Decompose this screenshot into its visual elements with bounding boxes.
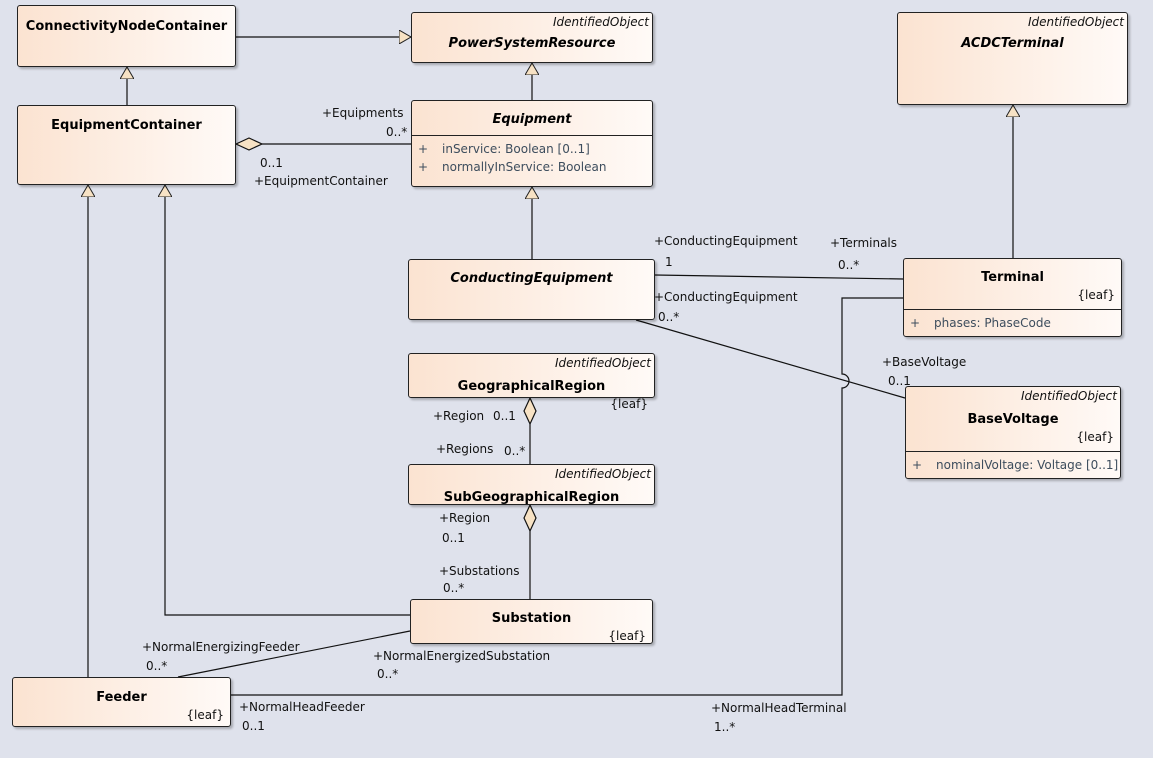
- role-label: +Substations: [439, 564, 520, 578]
- class-name: EquipmentContainer: [51, 118, 202, 133]
- stereotype: IdentifiedObject: [554, 467, 651, 481]
- class-name: Feeder: [96, 690, 147, 705]
- leaf-tag: {leaf}: [1076, 430, 1114, 444]
- role-label: +Equipments: [322, 106, 404, 120]
- class-conducting-equipment[interactable]: ConductingEquipment: [408, 259, 655, 320]
- class-geographical-region[interactable]: IdentifiedObject GeographicalRegion {lea…: [408, 353, 655, 411]
- class-name: Substation: [491, 611, 572, 626]
- class-terminal[interactable]: Terminal {leaf} + phases: PhaseCode: [903, 258, 1122, 337]
- multiplicity: 0..*: [504, 444, 526, 458]
- leaf-tag: {leaf}: [1077, 288, 1115, 302]
- class-name: ConductingEquipment: [450, 271, 613, 286]
- multiplicity: 0..1: [493, 409, 516, 423]
- role-label: +ConductingEquipment: [654, 290, 798, 304]
- class-name: SubGeographicalRegion: [443, 490, 620, 505]
- role-label: +Terminals: [830, 236, 898, 250]
- stereotype: IdentifiedObject: [554, 356, 651, 370]
- attribute: + phases: PhaseCode: [910, 316, 1051, 330]
- multiplicity: 0..*: [658, 310, 680, 324]
- multiplicity: 0..*: [838, 258, 860, 272]
- class-substation[interactable]: Substation {leaf}: [410, 599, 653, 644]
- aggregation-diamond: [523, 503, 537, 533]
- association-ce-bv: [635, 319, 906, 399]
- class-sub-geographical-region[interactable]: IdentifiedObject SubGeographicalRegion: [408, 464, 655, 505]
- leaf-tag: {leaf}: [608, 629, 646, 643]
- multiplicity: 1..*: [714, 720, 736, 734]
- generalization-sub-eqc: [165, 185, 410, 616]
- multiplicity: 0..*: [146, 659, 168, 673]
- multiplicity: 0..1: [260, 156, 283, 170]
- stereotype: IdentifiedObject: [1027, 15, 1124, 29]
- role-label: +EquipmentContainer: [254, 174, 388, 188]
- multiplicity: 0..*: [386, 125, 408, 139]
- aggregation-diamond: [234, 137, 264, 151]
- attribute: + normallyInService: Boolean: [418, 160, 607, 174]
- multiplicity: 0..1: [888, 374, 911, 388]
- class-name: GeographicalRegion: [457, 379, 606, 394]
- class-connectivity-node-container[interactable]: ConnectivityNodeContainer: [17, 5, 236, 67]
- class-equipment[interactable]: Equipment + inService: Boolean [0..1] + no…: [411, 100, 653, 187]
- class-acdc-terminal[interactable]: IdentifiedObject ACDCTerminal: [897, 12, 1128, 105]
- class-base-voltage[interactable]: IdentifiedObject BaseVoltage {leaf} + nom…: [905, 386, 1121, 479]
- leaf-tag: {leaf}: [610, 397, 648, 411]
- role-label: +NormalHeadTerminal: [711, 701, 847, 715]
- role-label: +ConductingEquipment: [654, 234, 798, 248]
- class-feeder[interactable]: Feeder {leaf}: [12, 677, 231, 727]
- role-label: +NormalEnergizedSubstation: [373, 649, 551, 663]
- class-equipment-container[interactable]: EquipmentContainer: [17, 105, 236, 185]
- attribute: + inService: Boolean [0..1]: [418, 142, 590, 156]
- multiplicity: 1: [665, 255, 673, 269]
- class-name: PowerSystemResource: [448, 36, 616, 51]
- stereotype: IdentifiedObject: [1020, 389, 1117, 403]
- class-name: ACDCTerminal: [961, 36, 1064, 51]
- role-label: +NormalHeadFeeder: [239, 700, 365, 714]
- class-power-system-resource[interactable]: IdentifiedObject PowerSystemResource: [411, 12, 653, 63]
- multiplicity: 0..*: [377, 667, 399, 681]
- association-ce-term: [654, 274, 904, 280]
- stereotype: IdentifiedObject: [552, 15, 649, 29]
- class-name: BaseVoltage: [967, 412, 1059, 427]
- role-label: +Regions: [436, 442, 494, 456]
- multiplicity: 0..1: [442, 531, 465, 545]
- role-label: +Region: [433, 409, 485, 423]
- leaf-tag: {leaf}: [186, 708, 224, 722]
- role-label: +Region: [439, 511, 491, 525]
- class-name: Terminal: [981, 270, 1044, 285]
- attribute: + nominalVoltage: Voltage [0..1]: [912, 458, 1119, 472]
- role-label: +BaseVoltage: [882, 355, 967, 369]
- multiplicity: 0..*: [443, 581, 465, 595]
- multiplicity: 0..1: [242, 719, 265, 733]
- class-name: Equipment: [492, 112, 572, 127]
- aggregation-diamond: [523, 396, 537, 426]
- class-name: ConnectivityNodeContainer: [25, 19, 228, 34]
- role-label: +NormalEnergizingFeeder: [142, 640, 300, 654]
